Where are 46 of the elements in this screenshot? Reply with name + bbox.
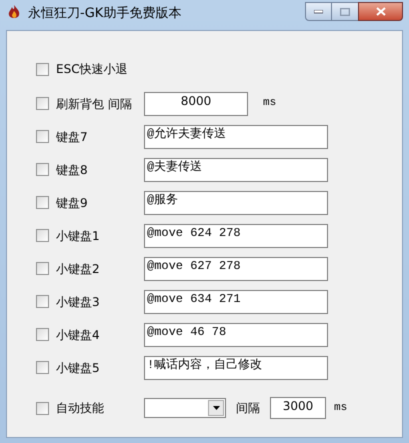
text-field[interactable]: @夫妻传送 xyxy=(144,158,328,182)
caret-icon xyxy=(212,406,220,410)
checkbox[interactable] xyxy=(36,163,49,176)
checkbox-label: ESC快速小退 xyxy=(56,61,128,78)
text-field[interactable]: @move 46 78 xyxy=(144,322,328,346)
checkbox[interactable] xyxy=(36,196,49,209)
maximize-icon xyxy=(340,8,350,16)
checkbox-label: 小键盘5 xyxy=(56,360,101,376)
checkbox[interactable] xyxy=(36,62,49,76)
checkbox[interactable] xyxy=(36,262,49,275)
minimize-button[interactable] xyxy=(305,2,332,21)
interval-label: 间隔 xyxy=(236,400,260,417)
interval-field[interactable]: 3000 xyxy=(270,397,326,419)
close-button[interactable] xyxy=(358,2,403,21)
checkbox-label: 小键盘4 xyxy=(56,326,101,344)
checkbox[interactable] xyxy=(36,402,49,414)
checkbox-label: 小键盘1 xyxy=(56,228,101,244)
text-field[interactable]: @允许夫妻传送 xyxy=(144,124,328,148)
text-field[interactable]: !喊话内容，自己修改 xyxy=(144,356,328,380)
interval-field[interactable]: 8000 xyxy=(144,92,248,116)
checkbox[interactable] xyxy=(36,295,49,308)
checkbox[interactable] xyxy=(36,130,49,143)
text-field[interactable]: @move 627 278 xyxy=(144,256,328,280)
checkbox[interactable] xyxy=(36,97,49,110)
minimize-icon xyxy=(314,10,323,14)
maximize-button[interactable] xyxy=(332,2,358,21)
unit-label: ms xyxy=(334,400,348,416)
skill-dropdown[interactable] xyxy=(144,398,226,418)
unit-label: ms xyxy=(263,96,276,112)
checkbox[interactable] xyxy=(36,328,49,341)
window-title: 永恒狂刀-GK助手免费版本 xyxy=(28,5,182,23)
checkbox-label: 键盘9 xyxy=(56,194,89,212)
text-field[interactable]: @move 624 278 xyxy=(144,224,328,248)
checkbox-label: 键盘7 xyxy=(56,128,89,146)
checkbox-label: 小键盘3 xyxy=(56,294,101,310)
checkbox-label: 刷新背包 间隔 xyxy=(56,96,133,112)
checkbox-label: 小键盘2 xyxy=(56,260,101,278)
close-icon xyxy=(376,7,386,16)
text-field[interactable]: @服务 xyxy=(144,190,328,214)
text-field[interactable]: @move 634 271 xyxy=(144,290,328,314)
checkbox-label: 键盘8 xyxy=(56,162,89,178)
checkbox[interactable] xyxy=(36,361,49,374)
checkbox[interactable] xyxy=(36,229,49,242)
checkbox-label: 自动技能 xyxy=(56,400,105,417)
flame-icon xyxy=(6,4,22,20)
dropdown-button[interactable] xyxy=(208,400,224,416)
